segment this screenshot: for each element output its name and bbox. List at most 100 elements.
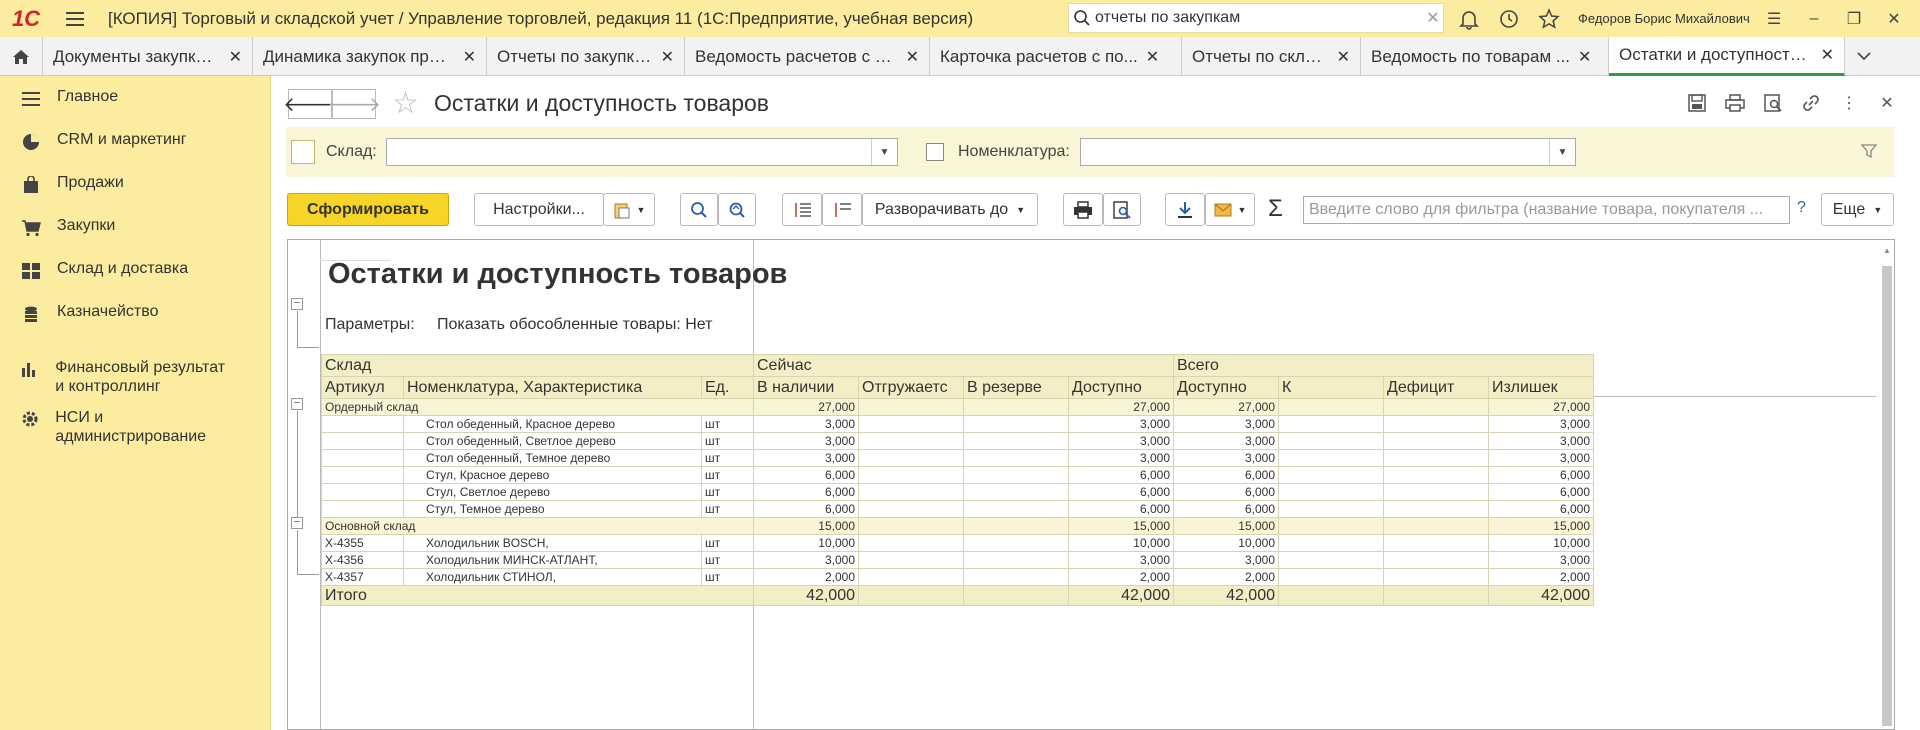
report-title: Остатки и доступность товаров (328, 258, 788, 290)
chevron-down-icon[interactable]: ▼ (871, 139, 897, 165)
tree-line (297, 311, 298, 347)
table-row[interactable]: Стол обеденный, Темное дерево шт 3,000 3,00… (321, 449, 1594, 467)
filter-funnel-icon[interactable] (1861, 143, 1877, 159)
collapse-params-toggle[interactable]: − (291, 298, 303, 310)
coins-icon (20, 303, 42, 325)
sum-icon[interactable]: Σ (1268, 194, 1283, 224)
sidebar-item-treasury[interactable]: Казначейство (0, 303, 158, 325)
global-search[interactable]: отчеты по закупкам ✕ (1068, 3, 1444, 33)
sidebar-item-warehouse[interactable]: Склад и доставка (0, 260, 188, 282)
warehouse-filter-checkbox[interactable] (291, 140, 315, 164)
search-icon (691, 201, 707, 218)
report-table: Склад Сейчас Всего Артикул Номенклатура,… (321, 354, 1594, 606)
close-tab-icon[interactable]: ✕ (661, 47, 674, 67)
print-icon[interactable] (1724, 92, 1746, 114)
vertical-scrollbar[interactable]: ▲ (1880, 240, 1894, 729)
table-row[interactable]: Стул, Красное дерево шт 6,000 6,000 6,000 6,0… (321, 466, 1594, 484)
close-tab-icon[interactable]: ✕ (1578, 47, 1591, 67)
generate-button[interactable]: Сформировать (287, 193, 449, 226)
tab-settlements-statement[interactable]: Ведомость расчетов с п... ✕ (685, 37, 930, 76)
table-row[interactable]: X-4356 Холодильник МИНСК-АТЛАНТ, шт 3,000 3,… (321, 551, 1594, 569)
restore-icon[interactable]: ❐ (1846, 9, 1862, 29)
expand-all-button[interactable] (782, 193, 822, 226)
sidebar-item-purchases[interactable]: Закупки (0, 217, 115, 239)
favorite-star-icon[interactable]: ☆ (392, 89, 419, 119)
find-button[interactable] (680, 193, 718, 226)
settings-lines-icon[interactable]: ☰ (1766, 9, 1782, 29)
more-vertical-icon[interactable]: ⋮ (1838, 92, 1860, 114)
close-window-icon[interactable]: ✕ (1886, 9, 1902, 29)
close-form-icon[interactable]: ✕ (1876, 92, 1898, 114)
help-icon[interactable]: ? (1797, 199, 1806, 217)
preview-icon[interactable] (1762, 92, 1784, 114)
report-document: Остатки и доступность товаров − Параметр… (287, 239, 1895, 730)
table-row[interactable]: Стол обеденный, Красное дерево шт 3,000 3,0… (321, 415, 1594, 433)
close-tab-icon[interactable]: ✕ (1146, 47, 1159, 67)
nomenclature-select[interactable]: ▼ (1080, 138, 1576, 166)
user-name[interactable]: Федоров Борис Михайлович (1578, 0, 1750, 37)
variants-button[interactable]: ▼ (603, 193, 655, 226)
group-row[interactable]: Основной склад 15,000 15,000 15,000 15,000 (321, 517, 1594, 535)
close-tab-icon[interactable]: ✕ (229, 47, 242, 67)
total-row: Итого 42,000 42,000 42,000 42,000 (321, 585, 1594, 606)
tab-settlements-card[interactable]: Карточка расчетов с по... ✕ (930, 37, 1182, 76)
print-button[interactable] (1063, 193, 1103, 226)
tab-stock-availability[interactable]: Остатки и доступность ... ✕ (1609, 37, 1845, 76)
tab-goods-statement[interactable]: Ведомость по товарам ... ✕ (1361, 37, 1609, 76)
close-tab-icon[interactable]: ✕ (1337, 47, 1350, 67)
favorites-star-icon[interactable] (1538, 7, 1560, 30)
back-button[interactable]: 🡐 (283, 89, 337, 119)
sidebar-item-admin[interactable]: НСИ и администрирование (0, 408, 230, 446)
table-row[interactable]: Стол обеденный, Светлое дерево шт 3,000 3,0… (321, 432, 1594, 450)
minimize-icon[interactable]: – (1806, 10, 1822, 28)
table-row[interactable]: X-4355 Холодильник BOSCH, шт 10,000 10,000 10… (321, 534, 1594, 552)
send-email-button[interactable]: ▼ (1205, 193, 1255, 226)
table-row[interactable]: X-4357 Холодильник СТИНОЛ, шт 2,000 2,000 2,0… (321, 568, 1594, 586)
tree-line (297, 574, 319, 575)
print-preview-button[interactable] (1103, 193, 1141, 226)
collapse-all-button[interactable] (822, 193, 862, 226)
clear-search-icon[interactable]: ✕ (1423, 8, 1443, 28)
table-row[interactable]: Стул, Светлое дерево шт 6,000 6,000 6,000 6,0… (321, 483, 1594, 501)
close-tab-icon[interactable]: ✕ (463, 47, 476, 67)
sidebar-item-sales[interactable]: Продажи (0, 174, 124, 196)
scrollbar-thumb[interactable] (1882, 266, 1892, 726)
tab-purchase-dynamics[interactable]: Динамика закупок пред... ✕ (253, 37, 487, 76)
close-tab-icon[interactable]: ✕ (1821, 45, 1834, 65)
table-row[interactable]: Стул, Темное дерево шт 6,000 6,000 6,000 6,00… (321, 500, 1594, 518)
home-tab[interactable] (0, 37, 43, 76)
bell-icon[interactable] (1458, 8, 1480, 30)
close-tab-icon[interactable]: ✕ (906, 47, 919, 67)
chevron-down-icon[interactable]: ▼ (1549, 139, 1575, 165)
group-row[interactable]: Ордерный склад 27,000 27,000 27,000 27,000 (321, 398, 1594, 416)
scroll-up-icon[interactable]: ▲ (1883, 246, 1891, 255)
menu-icon (20, 88, 42, 110)
link-icon[interactable] (1800, 92, 1822, 114)
history-icon[interactable] (1498, 8, 1520, 30)
find-next-button[interactable] (718, 193, 756, 226)
collapse-group-toggle[interactable]: − (291, 398, 303, 410)
print-icon (1074, 200, 1092, 219)
tab-purchase-reports[interactable]: Отчеты по закупкам ✕ (487, 37, 685, 76)
settings-button[interactable]: Настройки... (474, 193, 604, 226)
collapse-group-toggle[interactable]: − (291, 517, 303, 529)
main-menu-button[interactable] (66, 0, 90, 37)
forward-button[interactable]: 🡒 (327, 89, 381, 119)
save-report-button[interactable] (1165, 193, 1205, 226)
sidebar-item-main[interactable]: Главное (0, 88, 118, 110)
tabs-scroll-button[interactable] (1845, 37, 1883, 75)
quick-filter-input[interactable]: Введите слово для фильтра (название това… (1303, 196, 1790, 224)
more-button[interactable]: Еще ▼ (1821, 193, 1894, 226)
warehouse-select[interactable]: ▼ (386, 138, 898, 166)
search-input[interactable]: отчеты по закупкам (1095, 9, 1423, 27)
chevron-down-icon (1857, 52, 1871, 61)
expand-to-dropdown[interactable]: Разворачивать до ▼ (862, 193, 1038, 226)
tab-warehouse-reports[interactable]: Отчеты по складу ✕ (1182, 37, 1361, 76)
save-icon[interactable] (1686, 92, 1708, 114)
tab-bar: Документы закупки (все)✕ Динамика закупо… (0, 37, 1920, 76)
sidebar-item-finance[interactable]: Финансовый результат и контроллинг (0, 358, 230, 396)
tab-purchase-documents[interactable]: Документы закупки (все)✕ (43, 37, 253, 76)
header-row-2: Артикул Номенклатура, Характеристика Ед.… (321, 376, 1594, 399)
sidebar-item-crm[interactable]: CRM и маркетинг (0, 131, 187, 153)
nomenclature-filter-checkbox[interactable] (926, 143, 944, 161)
